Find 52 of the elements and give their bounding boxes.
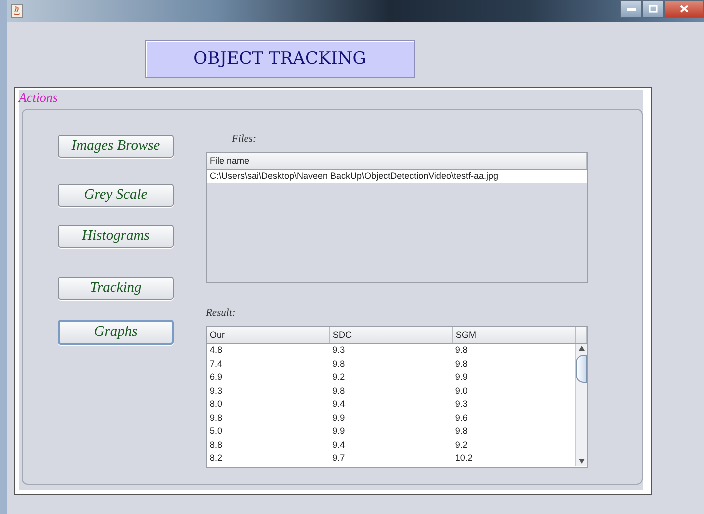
minimize-button[interactable] bbox=[620, 0, 642, 18]
table-cell-text: 9.0 bbox=[454, 384, 469, 398]
action-button[interactable]: Grey Scale bbox=[58, 184, 174, 207]
section-label: Files: bbox=[232, 134, 258, 147]
close-button[interactable] bbox=[664, 0, 704, 18]
table-cell-text: 7.4 bbox=[209, 358, 224, 370]
minimize-icon bbox=[626, 7, 636, 11]
table-cell-text: 9.3 bbox=[209, 384, 224, 398]
scroll-thumb[interactable] bbox=[576, 355, 587, 383]
table-cell-text: 9.9 bbox=[332, 425, 346, 438]
table-cell-text: 9.8 bbox=[332, 358, 346, 370]
table-cell-text: 9.4 bbox=[332, 398, 346, 411]
table-cell-text: 8.8 bbox=[209, 438, 224, 452]
table-cell-text: 9.9 bbox=[454, 371, 469, 384]
action-button[interactable]: Graphs bbox=[58, 320, 174, 345]
scroll-down-icon[interactable] bbox=[578, 456, 584, 466]
column-header[interactable]: Our bbox=[207, 327, 330, 343]
scroll-up-icon[interactable] bbox=[578, 344, 584, 353]
table-cell-text: 4.8 bbox=[209, 344, 224, 357]
section-label: Result: bbox=[206, 308, 237, 321]
action-button[interactable]: Images Browse bbox=[58, 135, 174, 158]
table-cell-text: 9.2 bbox=[454, 438, 469, 452]
column-header[interactable]: File name bbox=[207, 153, 587, 169]
action-button[interactable]: Tracking bbox=[58, 277, 174, 300]
close-icon bbox=[680, 5, 688, 13]
app-title: OBJECT TRACKING bbox=[145, 40, 415, 78]
table-cell-text: 9.6 bbox=[454, 412, 469, 424]
maximize-icon bbox=[648, 5, 658, 13]
table-cell-text: 9.9 bbox=[332, 412, 346, 424]
table-cell-text: 9.8 bbox=[454, 425, 469, 438]
table-cell-text: 5.0 bbox=[209, 425, 224, 438]
table-cell-text: 9.8 bbox=[209, 412, 224, 424]
table-cell-text: 10.2 bbox=[454, 452, 474, 465]
column-header[interactable]: SGM bbox=[453, 327, 576, 343]
table-cell-text: 9.4 bbox=[332, 438, 346, 452]
table-cell-text: 8.0 bbox=[209, 398, 224, 411]
table-cell-text: 9.3 bbox=[332, 344, 346, 357]
app-icon bbox=[11, 4, 23, 18]
maximize-button[interactable] bbox=[642, 0, 664, 18]
column-header[interactable]: SDC bbox=[330, 327, 453, 343]
table-cell-text: 9.8 bbox=[454, 344, 469, 357]
table-cell-text: 9.2 bbox=[332, 371, 346, 384]
table-cell-text: 8.2 bbox=[209, 452, 224, 465]
action-button[interactable]: Histograms bbox=[58, 225, 174, 248]
table-cell-text: 9.7 bbox=[332, 452, 346, 465]
table-cell-text: 9.8 bbox=[454, 358, 469, 370]
table-cell-text: C:\Users\sai\Desktop\Naveen BackUp\ObjectDetectionVideo\testf-aa.jpg bbox=[209, 170, 500, 183]
panel-title: Actions bbox=[19, 90, 59, 106]
table-cell-text: 6.9 bbox=[209, 371, 224, 384]
table-cell-text: 9.3 bbox=[454, 398, 469, 411]
scrollbar[interactable] bbox=[575, 344, 587, 466]
table-cell-text: 9.8 bbox=[332, 384, 346, 398]
